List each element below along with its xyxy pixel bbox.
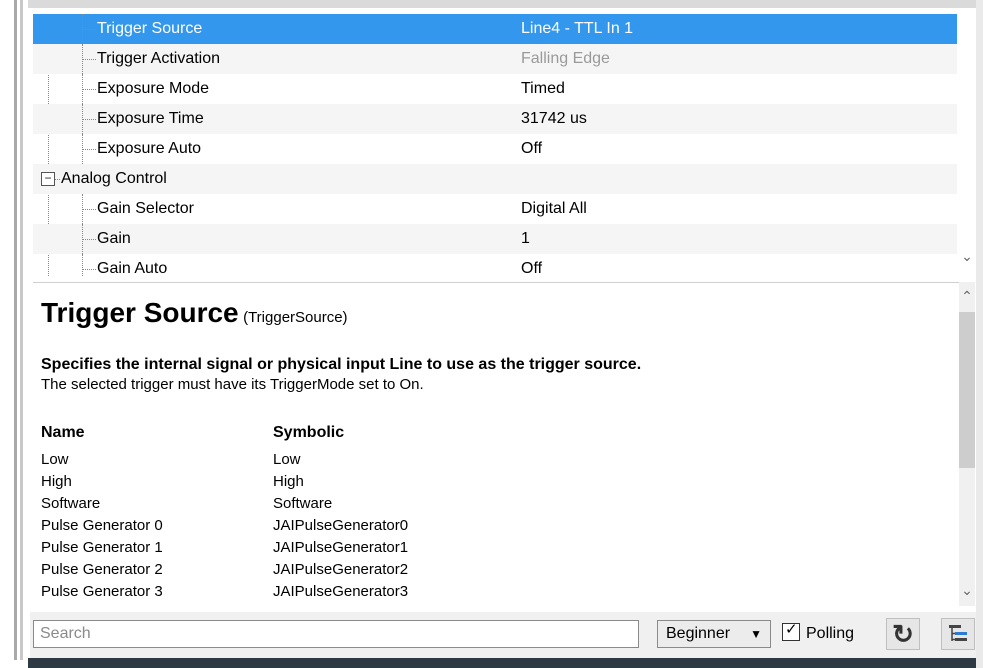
grid-property-row[interactable]: Gain Auto Off: [33, 254, 957, 276]
grid-property-row[interactable]: Gain Selector Digital All: [33, 194, 957, 224]
enum-entry-name: High: [41, 473, 72, 490]
window-left-border: [0, 0, 30, 668]
property-value[interactable]: Off: [521, 134, 542, 164]
enum-entry-name: Software: [41, 495, 101, 512]
refresh-button[interactable]: ↻: [886, 618, 920, 650]
enum-entry-symbolic: Low: [273, 451, 301, 468]
property-name: Exposure Time: [97, 110, 204, 127]
tree-connector: [82, 209, 96, 210]
tree-view-icon: [949, 625, 967, 641]
tree-connector: [82, 14, 83, 44]
description-title: Trigger Source (TriggerSource): [41, 297, 348, 329]
tree-connector: [82, 29, 96, 30]
grid-property-row[interactable]: Trigger Source Line4 - TTL In 1: [33, 14, 957, 44]
feature-summary: Specifies the internal signal or physica…: [41, 356, 642, 373]
column-symbolic-header: Symbolic: [273, 424, 345, 441]
tree-connector: [82, 134, 83, 164]
property-name: Exposure Mode: [97, 80, 210, 97]
tree-connector: [82, 74, 83, 104]
property-name: Gain Auto: [97, 260, 168, 276]
tree-connector: [82, 254, 83, 276]
taskbar-strip: [28, 658, 976, 668]
tree-connector: [82, 89, 96, 90]
property-name: Gain: [97, 230, 131, 247]
tree-connector: [82, 104, 83, 134]
tree-connector: [82, 44, 83, 74]
grid-property-row[interactable]: Exposure Auto Off: [33, 134, 957, 164]
grid-property-row[interactable]: Exposure Mode Timed: [33, 74, 957, 104]
feature-title: Trigger Source: [41, 297, 239, 328]
property-name: Gain Selector: [97, 200, 194, 217]
polling-checkbox[interactable]: ✓: [782, 621, 800, 641]
enum-entry-symbolic: JAIPulseGenerator2: [273, 561, 409, 578]
enum-entry-symbolic: JAIPulseGenerator1: [273, 539, 409, 556]
enum-entry-symbolic: JAIPulseGenerator3: [273, 583, 409, 600]
enum-entry-row: Pulse Generator 1 JAIPulseGenerator1: [41, 537, 641, 559]
enum-entry-row: Low Low: [41, 449, 641, 471]
enum-entry-row: Pulse Generator 3 JAIPulseGenerator3: [41, 581, 641, 603]
enum-entry-symbolic: JAIPulseGenerator0: [273, 517, 409, 534]
property-name: Analog Control: [61, 170, 167, 187]
enum-entry-row: High High: [41, 471, 641, 493]
property-name: Trigger Source: [97, 20, 203, 37]
description-scrollbar[interactable]: ⌃ ⌄: [959, 282, 975, 606]
property-name: Trigger Activation: [97, 50, 221, 67]
visibility-level-value: Beginner: [666, 625, 731, 642]
enum-entry-name: Pulse Generator 1: [41, 539, 163, 556]
bottom-toolbar: Beginner ▼ ✓ Polling ↻: [30, 612, 976, 658]
grid-property-row[interactable]: Exposure Time 31742 us: [33, 104, 957, 134]
tree-view-button[interactable]: [941, 618, 975, 650]
scroll-down-arrow-icon[interactable]: ⌄: [959, 580, 975, 600]
feature-symbol: (TriggerSource): [243, 309, 348, 326]
tree-connector: [82, 59, 96, 60]
checkmark-icon: ✓: [785, 621, 798, 638]
enum-entry-row: Software Software: [41, 493, 641, 515]
polling-toggle[interactable]: ✓ Polling: [782, 620, 854, 648]
tree-connector: [82, 239, 96, 240]
feature-property-grid[interactable]: Trigger Source Line4 - TTL In 1 Trigger Ac…: [33, 14, 957, 276]
scrollbar-thumb[interactable]: [959, 312, 975, 468]
enum-entry-name: Pulse Generator 3: [41, 583, 163, 600]
enum-entry-name: Pulse Generator 0: [41, 517, 163, 534]
enum-entry-row: Pulse Generator 0 JAIPulseGenerator0: [41, 515, 641, 537]
refresh-icon: ↻: [892, 619, 914, 649]
property-value[interactable]: Off: [521, 254, 542, 276]
search-input[interactable]: [33, 620, 639, 648]
grid-property-row[interactable]: Trigger Activation Falling Edge: [33, 44, 957, 74]
enum-entry-name: Pulse Generator 2: [41, 561, 163, 578]
grid-property-row[interactable]: Gain 1: [33, 224, 957, 254]
enum-entry-symbolic: High: [273, 473, 304, 490]
property-value[interactable]: Digital All: [521, 194, 587, 224]
scroll-up-arrow-icon[interactable]: ⌃: [959, 286, 975, 306]
polling-label: Polling: [806, 625, 855, 642]
property-value[interactable]: Falling Edge: [521, 44, 610, 74]
enum-entry-row: Pulse Generator 2 JAIPulseGenerator2: [41, 559, 641, 581]
tree-connector: [82, 119, 96, 120]
dropdown-arrow-icon: ▼: [750, 627, 762, 641]
property-value[interactable]: 1: [521, 224, 530, 254]
window-top-border: [28, 0, 983, 8]
tree-connector: [82, 224, 83, 254]
collapse-minus-icon[interactable]: −: [41, 172, 55, 186]
property-value[interactable]: 31742 us: [521, 104, 587, 134]
visibility-level-select[interactable]: Beginner ▼: [657, 620, 771, 648]
feature-description-panel: Trigger Source (TriggerSource) Specifies…: [33, 282, 975, 607]
enum-table: Low Low High High Software Software Pulse Gene…: [41, 449, 641, 603]
tree-connector: [82, 149, 96, 150]
property-value[interactable]: Timed: [521, 74, 565, 104]
enum-entry-name: Low: [41, 451, 69, 468]
window-right-shadow: [976, 0, 983, 668]
property-value[interactable]: Line4 - TTL In 1: [521, 14, 633, 44]
border-rail: [14, 0, 17, 660]
enum-entry-symbolic: Software: [273, 495, 333, 512]
grid-category-row[interactable]: − Analog Control: [33, 164, 957, 194]
column-name-header: Name: [41, 424, 85, 441]
tree-connector: [82, 269, 96, 270]
border-rail: [20, 0, 23, 660]
tree-connector: [82, 194, 83, 224]
property-name: Exposure Auto: [97, 140, 202, 157]
feature-detail: The selected trigger must have its Trigg…: [41, 376, 424, 393]
grid-scroll-down-arrow-icon[interactable]: ⌄: [959, 248, 975, 266]
